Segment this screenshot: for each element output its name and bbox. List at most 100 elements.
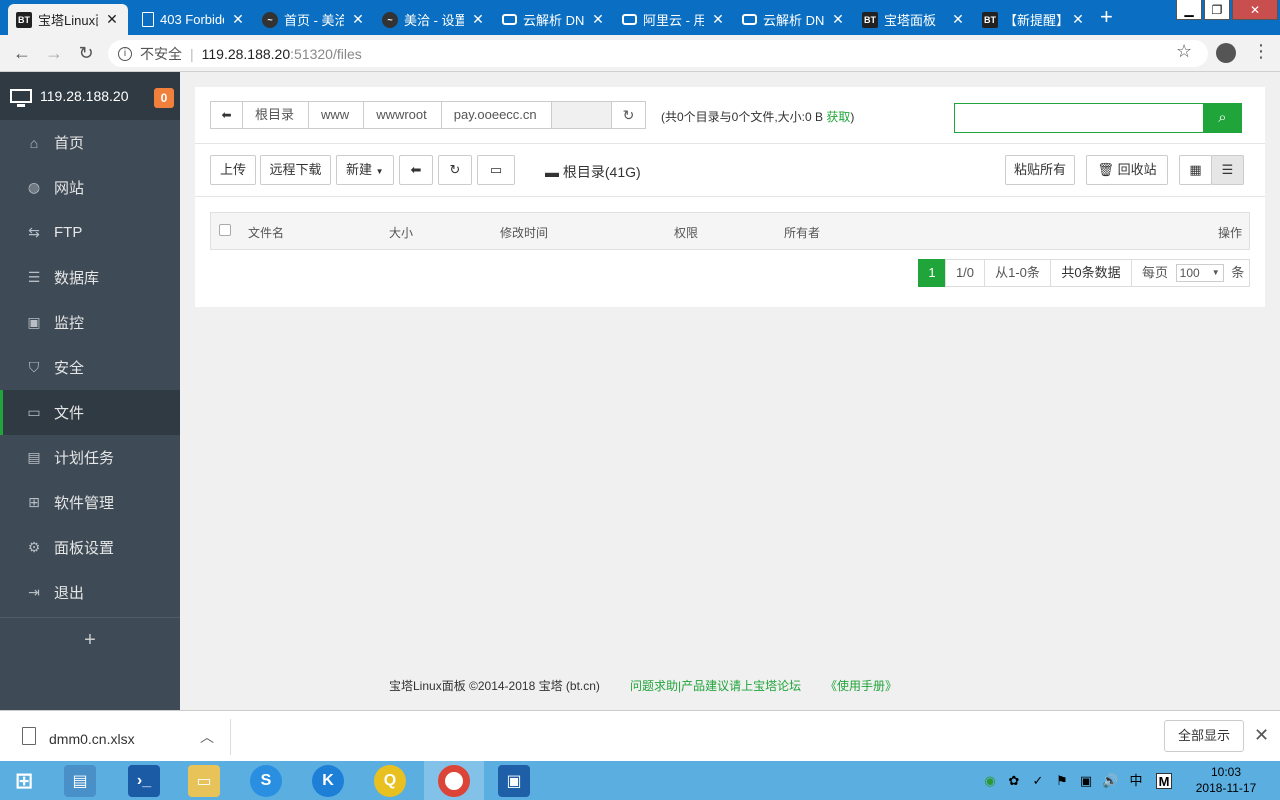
tab-close-icon[interactable]: ✕ (470, 11, 486, 28)
windows-start-icon[interactable]: ⊞ (8, 765, 40, 797)
divider (195, 196, 1265, 197)
refresh-icon[interactable]: ↻ (611, 101, 646, 129)
browser-tab-dns-2[interactable]: 云解析 DNS ✕ (734, 4, 854, 35)
browser-tab-bt-forum[interactable]: BT 【新提醒】 ✕ (974, 4, 1094, 35)
message-badge[interactable]: 0 (154, 88, 174, 108)
tray-ime-indicator[interactable]: 中 (1128, 773, 1144, 789)
recycle-bin-label: 回收站 (1117, 162, 1157, 177)
breadcrumb-back-icon[interactable]: ⬅ (211, 102, 243, 128)
remote-download-button[interactable]: 远程下载 (260, 155, 331, 185)
back-arrow-icon[interactable]: ← (10, 41, 34, 65)
tab-close-icon[interactable]: ✕ (350, 11, 366, 28)
paste-all-button[interactable]: 粘贴所有 (1005, 155, 1075, 185)
terminal-icon[interactable]: ▭ (477, 155, 515, 185)
file-explorer-icon[interactable]: ▭ (188, 765, 220, 797)
kugou-icon[interactable]: K (312, 765, 344, 797)
database-icon: ☰ (27, 269, 41, 285)
breadcrumb-item[interactable]: www (309, 102, 365, 128)
tray-volume-icon[interactable]: 🔊 (1102, 773, 1118, 789)
browser-menu-icon[interactable]: ⋮ (1252, 41, 1270, 62)
per-page-select[interactable]: 100 ▼ (1175, 264, 1224, 282)
restore-button[interactable]: ❐ (1204, 0, 1230, 20)
tray-security-icon[interactable]: ✓ (1030, 773, 1046, 789)
breadcrumb-item[interactable]: pay.ooeecc.cn (441, 102, 552, 128)
footer-manual-link[interactable]: 《使用手册》 (825, 677, 897, 694)
spreadsheet-file-icon[interactable] (22, 727, 36, 745)
refresh-list-icon[interactable]: ↻ (438, 155, 472, 185)
browser-tab-meiqia-home[interactable]: ~ 首页 - 美洽 ✕ (254, 4, 374, 35)
new-tab-button[interactable]: + (1100, 6, 1113, 28)
qq-browser-icon[interactable]: Q (374, 765, 406, 797)
sidebar-item-security[interactable]: ⛉ 安全 (0, 345, 180, 390)
tab-close-icon[interactable]: ✕ (710, 11, 726, 28)
info-icon[interactable]: i (118, 46, 132, 61)
recycle-bin-button[interactable]: 🗑 回收站 (1086, 155, 1168, 185)
chevron-up-icon[interactable]: ︿ (200, 727, 214, 747)
column-filename[interactable]: 文件名 (248, 224, 284, 241)
browser-tab-bt-2[interactable]: BT 宝塔面板 ✕ (854, 4, 974, 35)
sogou-browser-icon[interactable]: S (250, 765, 282, 797)
search-icon[interactable]: ⌕ (1203, 103, 1242, 133)
breadcrumb-item[interactable]: 根目录 (243, 102, 310, 128)
taskbar-clock[interactable]: 10:03 2018-11-17 (1188, 764, 1264, 796)
tab-close-icon[interactable]: ✕ (104, 11, 120, 28)
sidebar-item-database[interactable]: ☰ 数据库 (0, 255, 180, 300)
account-icon[interactable] (1216, 43, 1236, 63)
tray-network-icon[interactable]: ▣ (1078, 773, 1094, 789)
minimize-button[interactable]: ▁ (1176, 0, 1202, 20)
forward-arrow-icon[interactable]: → (42, 41, 66, 65)
breadcrumb-item[interactable]: wwwroot (364, 102, 442, 128)
file-search-input[interactable] (954, 103, 1204, 133)
show-all-downloads-button[interactable]: 全部显示 (1164, 720, 1244, 752)
sidebar-item-settings[interactable]: ⚙ 面板设置 (0, 525, 180, 570)
close-download-bar-icon[interactable]: ✕ (1254, 725, 1269, 746)
column-mtime[interactable]: 修改时间 (500, 224, 548, 241)
fetch-size-link[interactable]: 获取 (826, 110, 850, 124)
sidebar-item-software[interactable]: ⊞ 软件管理 (0, 480, 180, 525)
aliyun-favicon-icon (742, 14, 757, 25)
sidebar-item-home[interactable]: ⌂ 首页 (0, 120, 180, 165)
sidebar-item-logout[interactable]: ⇥ 退出 (0, 570, 180, 615)
new-dropdown-button[interactable]: 新建 ▼ (336, 155, 394, 185)
column-size[interactable]: 大小 (389, 224, 413, 241)
disk-indicator[interactable]: ▬ 根目录(41G) (545, 162, 641, 182)
bookmark-star-icon[interactable]: ☆ (1176, 41, 1192, 62)
tray-ime-mode[interactable]: M (1156, 773, 1172, 789)
tab-close-icon[interactable]: ✕ (230, 11, 246, 28)
sidebar-item-monitor[interactable]: ▣ 监控 (0, 300, 180, 345)
sidebar-add-button[interactable]: + (0, 617, 180, 661)
file-manager-panel: ⬅ 根目录 www wwwroot pay.ooeecc.cn ↻ (共0个目录… (195, 87, 1265, 307)
remote-desktop-icon[interactable]: ▣ (498, 765, 530, 797)
sidebar-item-files[interactable]: ▭ 文件 (0, 390, 180, 435)
download-file-name[interactable]: dmm0.cn.xlsx (49, 731, 135, 747)
browser-tab-bt-panel[interactable]: BT 宝塔Linux面板 ✕ (8, 4, 128, 35)
sidebar-item-ftp[interactable]: ⇆ FTP (0, 210, 180, 255)
tab-close-icon[interactable]: ✕ (590, 11, 606, 28)
sidebar-item-website[interactable]: ◍ 网站 (0, 165, 180, 210)
browser-tab-meiqia-settings[interactable]: ~ 美洽 - 设置 ✕ (374, 4, 494, 35)
server-manager-icon[interactable]: ▤ (64, 765, 96, 797)
grid-view-icon[interactable]: ▦ (1179, 155, 1212, 185)
browser-tab-dns-1[interactable]: 云解析 DNS ✕ (494, 4, 614, 35)
tab-close-icon[interactable]: ✕ (950, 11, 966, 28)
page-current[interactable]: 1 (918, 259, 946, 287)
per-page-selector: 每页 100 ▼ 条 (1131, 259, 1250, 287)
window-close-button[interactable]: ✕ (1232, 0, 1278, 20)
chrome-icon[interactable] (438, 765, 470, 797)
footer-forum-link[interactable]: 问题求助|产品建议请上宝塔论坛 (630, 677, 801, 694)
sidebar-item-cron[interactable]: ▤ 计划任务 (0, 435, 180, 480)
powershell-icon[interactable]: ›_ (128, 765, 160, 797)
select-all-checkbox[interactable] (219, 224, 231, 236)
tab-close-icon[interactable]: ✕ (830, 11, 846, 28)
upload-button[interactable]: 上传 (210, 155, 256, 185)
reload-icon[interactable]: ↻ (74, 41, 98, 65)
browser-tab-aliyun[interactable]: 阿里云 - 用户 ✕ (614, 4, 734, 35)
browser-tab-403[interactable]: 403 Forbidden ✕ (134, 4, 254, 35)
tab-close-icon[interactable]: ✕ (1070, 11, 1086, 28)
tray-flag-icon[interactable]: ⚑ (1054, 773, 1070, 789)
address-bar[interactable]: i 不安全 | 119.28.188.20:51320/files (108, 40, 1208, 67)
tray-qq-icon[interactable]: ✿ (1006, 773, 1022, 789)
list-view-icon[interactable]: ☰ (1211, 155, 1244, 185)
back-icon[interactable]: ⬅ (399, 155, 433, 185)
tray-360-icon[interactable]: ◉ (982, 773, 998, 789)
